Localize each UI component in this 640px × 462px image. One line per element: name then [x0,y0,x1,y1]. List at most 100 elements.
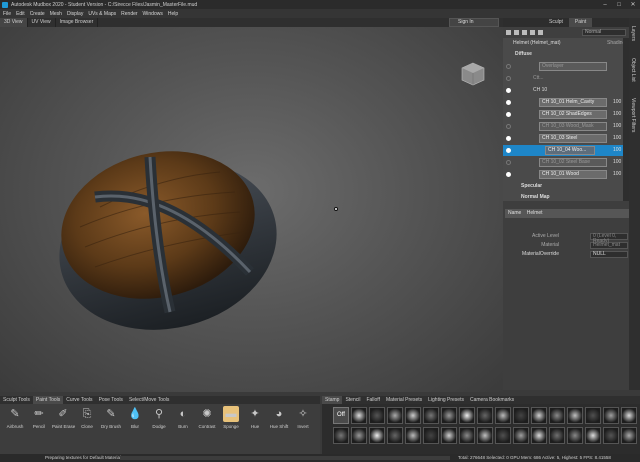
menu-windows[interactable]: Windows [143,11,163,17]
tool-dodge[interactable]: ⚲ Dodge [148,406,170,436]
visibility-toggle-icon[interactable] [506,136,511,141]
menu-edit[interactable]: Edit [16,11,25,17]
tab-lighting-presets[interactable]: Lighting Presets [425,396,467,404]
active-level-field[interactable]: 0 (Level 0, Ready) [590,233,628,244]
layer-opacity[interactable]: 100 [613,158,621,167]
visibility-toggle-icon[interactable] [506,124,511,129]
stamp-thumbnail[interactable] [513,407,529,424]
menu-file[interactable]: File [3,11,11,17]
stamp-thumbnail[interactable] [513,427,529,444]
visibility-toggle-icon[interactable] [506,172,511,177]
layer-row[interactable]: CH 10_01 Wood 100 [503,169,629,180]
menu-render[interactable]: Render [121,11,137,17]
normal-map-group-row[interactable]: Normal Map [503,192,629,201]
tab-uv-view[interactable]: UV View [28,18,56,27]
layer-header-row[interactable]: Helmet (Helmet_mat) Shading [503,38,629,49]
tab-camera-bookmarks[interactable]: Camera Bookmarks [467,396,517,404]
layer-row[interactable]: Overlayer [503,61,629,72]
stamp-thumbnail[interactable] [603,407,619,424]
stamp-thumbnail[interactable] [405,427,421,444]
tool-paint-erase[interactable]: ✐ Paint Erase [52,406,75,436]
close-icon[interactable]: ✕ [626,0,640,9]
tab-sculpt-tools[interactable]: Sculpt Tools [0,396,33,404]
stamp-thumbnail[interactable] [585,427,601,444]
visibility-toggle-icon[interactable] [506,64,511,69]
visibility-toggle-icon[interactable] [506,88,511,93]
menu-create[interactable]: Create [30,11,45,17]
layer-opacity[interactable]: 100 [613,110,621,119]
tool-airbrush[interactable]: ✎ Airbrush [4,406,26,436]
stamp-thumbnail[interactable] [369,427,385,444]
menu-help[interactable]: Help [168,11,178,17]
visibility-toggle-icon[interactable] [506,160,511,165]
tab-sculpt[interactable]: Sculpt [543,18,569,27]
tool-hue-shift[interactable]: ◕ Hue Shift [268,406,290,436]
tab-paint-tools[interactable]: Paint Tools [32,396,64,404]
tab-paint[interactable]: Paint [568,18,593,27]
3d-viewport[interactable] [0,27,503,392]
layer-row[interactable]: CH 10_02 ShadEdges 100 [503,109,629,120]
tab-curve-tools[interactable]: Curve Tools [63,396,95,404]
stamp-thumbnail[interactable] [441,407,457,424]
stamp-thumbnail[interactable] [423,407,439,424]
tool-clone[interactable]: ⎘ Clone [76,406,98,436]
stamp-thumbnail[interactable] [459,427,475,444]
stamp-off-button[interactable]: Off [333,407,349,424]
visibility-toggle-icon[interactable] [506,112,511,117]
layer-row-selected[interactable]: CH 10_04 Woo... 100 [503,145,629,156]
stamp-thumbnail[interactable] [531,407,547,424]
tab-layers[interactable]: Layers [630,26,636,41]
layer-row[interactable]: CH 10_02 Steel Base 100 [503,157,629,168]
specular-group-row[interactable]: Specular [503,181,629,192]
layer-row[interactable]: CH 10_01 Helm_Cavity 100 [503,97,629,108]
tool-blur[interactable]: 💧 Blur [124,406,146,436]
new-layer-icon[interactable] [506,30,511,35]
layer-row[interactable]: Ctt... [503,73,629,84]
stamp-thumbnail[interactable] [477,427,493,444]
layers-scrollbar[interactable] [623,38,629,201]
merge-layer-icon[interactable] [538,30,543,35]
layer-opacity[interactable]: 100 [613,170,621,179]
tab-stamp[interactable]: Stamp [322,396,343,404]
stamp-thumbnail[interactable] [603,427,619,444]
tab-stencil[interactable]: Stencil [342,396,363,404]
layer-opacity[interactable]: 100 [613,134,621,143]
stamp-thumbnail[interactable] [387,407,403,424]
eye-toggle-icon[interactable] [522,30,527,35]
sign-in-button[interactable]: Sign In [449,18,499,27]
material-override-field[interactable]: NULL [590,251,628,258]
layer-opacity[interactable]: 100 [613,122,621,131]
stamp-thumbnail[interactable] [567,427,583,444]
stamp-thumbnail[interactable] [351,427,367,444]
visibility-toggle-icon[interactable] [506,76,511,81]
stamp-thumbnail[interactable] [333,427,349,444]
tab-object-list[interactable]: Object List [630,58,636,82]
tab-viewport-filters[interactable]: Viewport Filters [630,98,636,132]
layer-opacity[interactable]: 100 [613,146,621,155]
stamp-thumbnail[interactable] [351,407,367,424]
layer-row[interactable]: CH 10_03 Steel 100 [503,133,629,144]
menu-display[interactable]: Display [67,11,83,17]
stamp-thumbnail[interactable] [621,407,637,424]
stamp-thumbnail[interactable] [441,427,457,444]
minimize-icon[interactable]: – [598,0,612,9]
tab-falloff[interactable]: Falloff [363,396,383,404]
stamp-thumbnail[interactable] [585,407,601,424]
stamp-thumbnail[interactable] [621,427,637,444]
camera-icon[interactable] [514,30,519,35]
tool-contrast[interactable]: ✺ Contrast [196,406,218,436]
maximize-icon[interactable]: □ [612,0,626,9]
menu-uvs-maps[interactable]: UVs & Maps [88,11,116,17]
visibility-toggle-icon[interactable] [506,148,511,153]
tool-dry-brush[interactable]: ✎ Dry Brush [100,406,122,436]
view-cube[interactable] [460,61,486,87]
layer-folder-row[interactable]: CH 10 [503,85,629,96]
blend-mode-select[interactable]: Normal [582,29,626,36]
stamp-thumbnail[interactable] [549,427,565,444]
tool-sponge[interactable]: ▬ Sponge [220,406,242,436]
tool-hue[interactable]: ✦ Hue [244,406,266,436]
stamp-thumbnail[interactable] [369,407,385,424]
stamp-thumbnail[interactable] [567,407,583,424]
stamp-thumbnail[interactable] [495,427,511,444]
tool-invert[interactable]: ✧ Invert [292,406,314,436]
